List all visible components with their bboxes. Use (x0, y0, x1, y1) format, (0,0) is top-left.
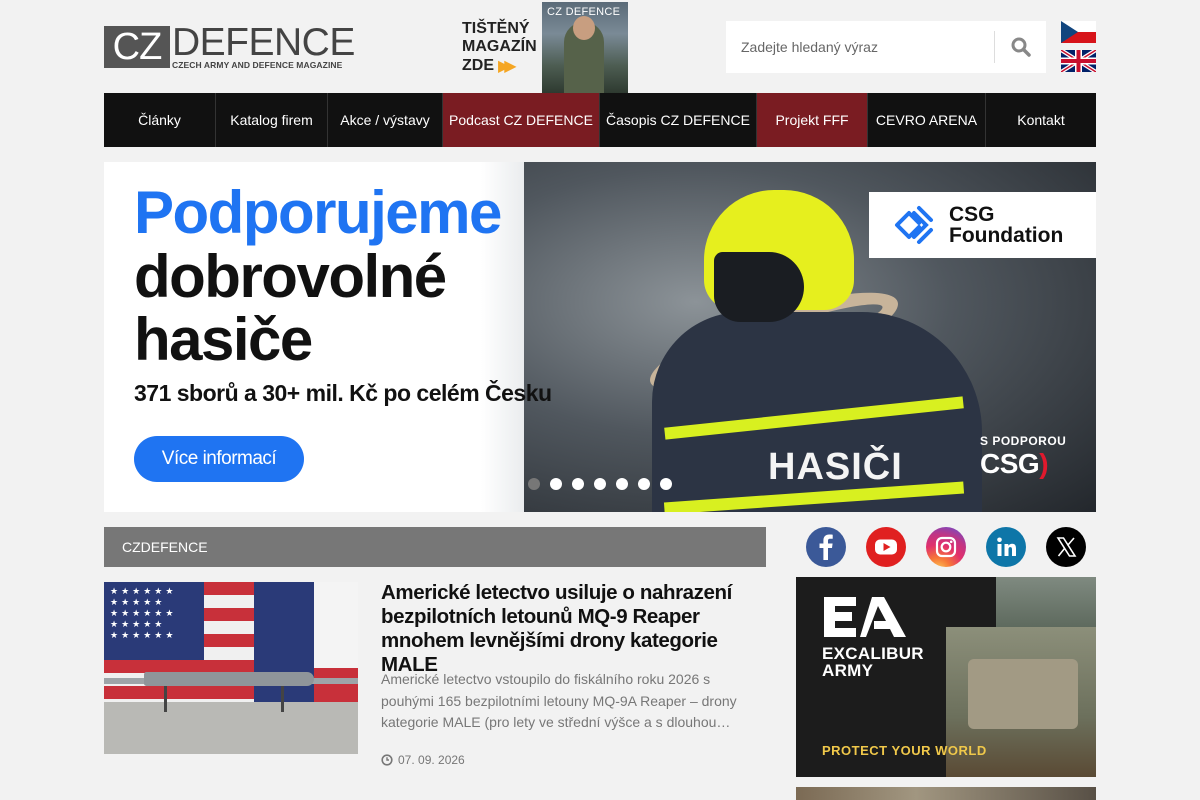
clock-icon (381, 754, 393, 766)
nav-item-projekt-fff[interactable]: Projekt FFF (757, 93, 868, 147)
social-links (806, 527, 1086, 567)
x-glyph (1056, 537, 1077, 557)
csg-foundation-line2: Foundation (949, 224, 1064, 247)
hero-slider[interactable]: HASIČI Podporujeme dobrovolné hasiče 371… (104, 162, 1096, 512)
thumbnail-drone-gear (164, 686, 284, 712)
facebook-glyph (819, 534, 833, 560)
instagram-glyph (935, 536, 957, 558)
logo-wordmark: DEFENCE CZECH ARMY AND DEFENCE MAGAZINE (170, 21, 368, 70)
youtube-glyph (875, 539, 897, 555)
hero-more-info-button[interactable]: Více informací (134, 436, 304, 482)
search-button[interactable] (994, 31, 1046, 63)
hero-uniform-text: HASIČI (768, 446, 903, 488)
excalibur-logo-icon (824, 597, 906, 637)
thumbnail-flag-stars: ★★★★★★ ★★★★★ ★★★★★★ ★★★★★ ★★★★★★ (110, 586, 177, 640)
slider-dot-2[interactable] (550, 478, 562, 490)
uk-flag-icon[interactable] (1061, 50, 1096, 72)
nav-item-akce-vystavy[interactable]: Akce / výstavy (328, 93, 443, 147)
csg-foundation-badge: CSG Foundation (869, 192, 1096, 258)
slider-dot-1[interactable] (528, 478, 540, 490)
double-arrow-icon: ▶▶ (498, 58, 516, 75)
magazine-cover-head (573, 16, 595, 40)
main-nav: Články Katalog firem Akce / výstavy Podc… (104, 93, 1096, 147)
instagram-icon[interactable] (926, 527, 966, 567)
csg-foundation-logo-icon (895, 206, 933, 244)
nav-item-casopis[interactable]: Časopis CZ DEFENCE (600, 93, 757, 147)
search-input[interactable] (726, 21, 994, 73)
logo-defence-text: DEFENCE (172, 21, 355, 64)
logo-cz-mark: CZ (104, 26, 170, 68)
ad-brand-name: EXCALIBUR ARMY (822, 645, 924, 679)
page: CZ DEFENCE CZECH ARMY AND DEFENCE MAGAZI… (0, 0, 1200, 800)
ad-brand-line1: EXCALIBUR (822, 644, 924, 663)
article-excerpt: Americké letectvo vstoupilo do fiskálníh… (381, 671, 737, 730)
ad-brand-line2: ARMY (822, 661, 874, 680)
search-icon (1011, 37, 1031, 57)
linkedin-icon[interactable] (986, 527, 1026, 567)
article-title-link[interactable]: Americké letectvo usiluje o nahrazení be… (381, 581, 766, 677)
hero-headline-line2: dobrovolné (134, 243, 447, 310)
csg-foundation-text: CSG Foundation (949, 204, 1063, 246)
youtube-icon[interactable] (866, 527, 906, 567)
linkedin-glyph (997, 537, 1016, 556)
nav-item-kontakt[interactable]: Kontakt (986, 93, 1096, 147)
slider-dot-7[interactable] (660, 478, 672, 490)
magazine-promo-zde: ZDE (462, 57, 494, 74)
ad-tagline: PROTECT YOUR WORLD (822, 743, 987, 758)
slider-dot-6[interactable] (638, 478, 650, 490)
hero-support-brand: CSG) (980, 448, 1066, 480)
slider-dot-3[interactable] (572, 478, 584, 490)
magazine-promo[interactable]: TIŠTĚNÝ MAGAZÍN ZDE ▶▶ (462, 20, 540, 76)
slider-dot-4[interactable] (594, 478, 606, 490)
hero-support-logo: S PODPOROU CSG) (980, 434, 1066, 480)
article-date-text: 07. 09. 2026 (398, 753, 465, 767)
article-date: 07. 09. 2026 (381, 753, 465, 767)
section-heading: CZDEFENCE (104, 527, 766, 567)
slider-dot-5[interactable] (616, 478, 628, 490)
magazine-promo-line2: MAGAZÍN (462, 38, 537, 55)
csg-foundation-line1: CSG (949, 203, 995, 226)
second-ad-banner[interactable] (796, 787, 1096, 800)
magazine-promo-line1: TIŠTĚNÝ (462, 20, 530, 37)
nav-item-katalog-firem[interactable]: Katalog firem (216, 93, 328, 147)
excalibur-army-ad[interactable]: EXCALIBUR ARMY PROTECT YOUR WORLD (796, 577, 1096, 777)
csg-bracket-icon: ) (1039, 448, 1049, 479)
hero-headline-blue: Podporujeme (134, 179, 502, 246)
facebook-icon[interactable] (806, 527, 846, 567)
nav-item-podcast[interactable]: Podcast CZ DEFENCE (443, 93, 600, 147)
hero-helmet-visor (714, 252, 804, 322)
hero-subline: 371 sborů a 30+ mil. Kč po celém Česku (134, 380, 552, 406)
thumbnail-drone-body (144, 672, 314, 686)
hero-support-label: S PODPOROU (980, 434, 1067, 448)
x-icon[interactable] (1046, 527, 1086, 567)
site-logo[interactable]: CZ DEFENCE CZECH ARMY AND DEFENCE MAGAZI… (104, 21, 368, 70)
czech-flag-icon[interactable] (1061, 21, 1096, 43)
magazine-cover-image[interactable]: CZ DEFENCE (542, 2, 628, 93)
nav-item-clanky[interactable]: Články (104, 93, 216, 147)
nav-item-cevro-arena[interactable]: CEVRO ARENA (868, 93, 986, 147)
ad-military-vehicle (968, 659, 1078, 729)
hero-headline-line3: hasiče (134, 306, 313, 373)
search-bar (726, 21, 1046, 73)
csg-brand-text: CSG (980, 448, 1040, 479)
thumbnail-flag-union: ★★★★★★ ★★★★★ ★★★★★★ ★★★★★ ★★★★★★ (104, 582, 204, 660)
article-thumbnail[interactable]: ★★★★★★ ★★★★★ ★★★★★★ ★★★★★ ★★★★★★ (104, 582, 358, 754)
slider-dots (528, 478, 672, 490)
ad-photo-landscape (996, 577, 1096, 627)
magazine-promo-line3: ZDE ▶▶ (462, 56, 540, 76)
logo-subtitle: CZECH ARMY AND DEFENCE MAGAZINE (172, 60, 343, 70)
